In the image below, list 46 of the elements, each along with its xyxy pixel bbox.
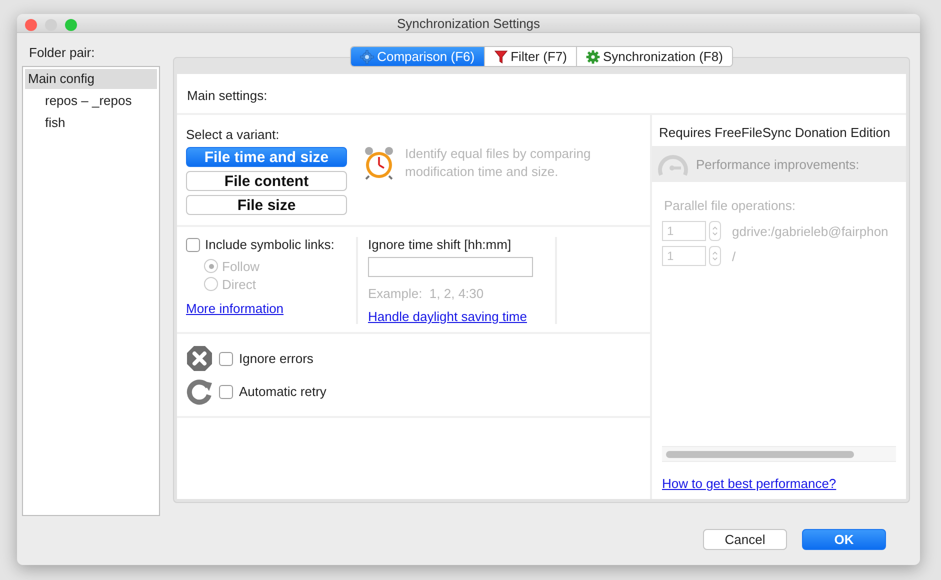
tab[interactable]: Synchronization (F8) [576, 47, 732, 66]
stepper-icon[interactable] [709, 221, 721, 241]
variant-button[interactable]: File content [186, 171, 347, 191]
performance-link[interactable]: How to get best performance? [662, 476, 836, 491]
time-shift-label: Ignore time shift [hh:mm] [368, 237, 512, 252]
tab[interactable]: Comparison (F6) [351, 47, 484, 66]
tree-item[interactable]: repos – _repos [25, 91, 157, 111]
section-heading: Main settings: [187, 88, 268, 103]
checkbox-label: Ignore errors [239, 351, 314, 366]
gear-icon [586, 50, 600, 64]
tree-item[interactable]: Main config [25, 69, 157, 89]
gear-icon [360, 50, 374, 64]
folder-pair-label: Folder pair: [28, 44, 96, 62]
tree-item[interactable]: fish [25, 113, 157, 133]
daylight-saving-link[interactable]: Handle daylight saving time [368, 309, 545, 324]
radio-label: Follow [222, 258, 260, 274]
variant-button[interactable]: File size [186, 195, 347, 215]
radio-label: Direct [222, 276, 256, 292]
window-title: Synchronization Settings [396, 16, 542, 30]
time-shift-field[interactable] [368, 257, 533, 277]
checkbox[interactable] [186, 238, 200, 252]
donation-notice: Requires FreeFileSync Donation Edition [658, 124, 892, 142]
variant-button[interactable]: File time and size [186, 147, 347, 167]
checkbox-label: Automatic retry [239, 384, 326, 399]
refresh-icon [186, 378, 213, 405]
variant-description: Identify equal files by comparing modification time and size. [405, 145, 592, 181]
minimize-button[interactable] [45, 19, 57, 31]
cancel-button[interactable]: Cancel [703, 529, 787, 550]
more-information-link[interactable]: More information [186, 301, 356, 316]
example-text: Example: 1, 2, 4:30 [368, 286, 485, 301]
target-path: / [732, 248, 736, 264]
performance-label: Performance improvements: [696, 156, 860, 172]
error-icon [186, 345, 213, 372]
close-button[interactable] [25, 19, 37, 31]
parallel-label: Parallel file operations: [663, 197, 797, 215]
ok-button[interactable]: OK [802, 529, 886, 550]
checkbox[interactable] [219, 352, 233, 366]
funnel-icon [494, 50, 508, 64]
checkbox-label: Include symbolic links: [205, 237, 334, 252]
target-path: gdrive:/gabrieleb@fairphon [732, 224, 888, 238]
zoom-button[interactable] [65, 19, 77, 31]
stepper-icon[interactable] [709, 246, 721, 266]
variant-label: Select a variant: [186, 127, 280, 142]
checkbox[interactable] [219, 384, 233, 398]
alarm-clock-icon [363, 146, 395, 180]
scroll-bar[interactable] [662, 446, 896, 462]
